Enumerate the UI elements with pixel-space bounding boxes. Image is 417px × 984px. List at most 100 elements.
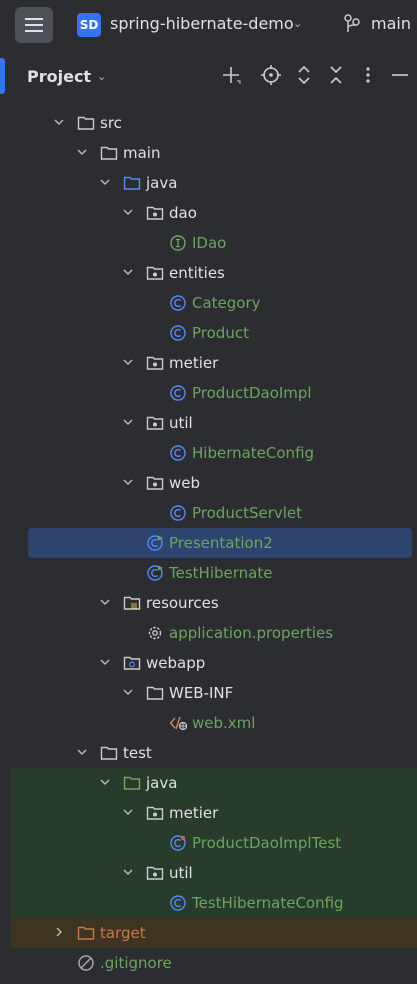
tree-item-label: ProductDaoImplTest <box>192 834 342 852</box>
package-icon <box>146 866 164 880</box>
tree-item-label: metier <box>169 354 219 372</box>
chevron-down-icon[interactable] <box>122 356 134 368</box>
tree-item-testhibernateconfig[interactable]: TestHibernateConfig <box>11 888 417 918</box>
tree-item-label: web.xml <box>192 714 256 732</box>
package-icon <box>146 476 164 490</box>
folder-icon <box>146 686 164 700</box>
project-tree: src main java dao IDao entities Category Produc… <box>11 104 417 984</box>
package-icon <box>146 266 164 280</box>
chevron-down-icon[interactable] <box>122 806 134 818</box>
tree-item-testhibernate[interactable]: TestHibernate <box>11 558 417 588</box>
tree-item-label: TestHibernate <box>169 564 273 582</box>
tree-item-gitignore[interactable]: .gitignore <box>11 948 417 978</box>
chevron-down-icon[interactable] <box>99 596 111 608</box>
class-icon <box>170 445 186 461</box>
panel-title[interactable]: Project <box>27 67 91 86</box>
tree-item-metier[interactable]: metier <box>11 798 417 828</box>
runnable-class-icon <box>147 565 163 581</box>
tree-item-test[interactable]: test <box>11 738 417 768</box>
chevron-down-icon[interactable] <box>122 686 134 698</box>
tree-item-productdaoimpltest[interactable]: ProductDaoImplTest <box>11 828 417 858</box>
git-branch-icon[interactable] <box>344 13 360 35</box>
tree-item-label: Presentation2 <box>169 534 273 552</box>
tree-item-label: application.properties <box>169 624 334 642</box>
hide-panel-icon[interactable] <box>389 64 411 86</box>
tree-item-java[interactable]: java <box>11 168 417 198</box>
tree-item-util[interactable]: util <box>11 408 417 438</box>
tree-item-label: resources <box>146 594 219 612</box>
tree-item-target[interactable]: target <box>11 918 417 948</box>
tree-item-dao[interactable]: dao <box>11 198 417 228</box>
tree-item-main[interactable]: main <box>11 138 417 168</box>
branch-selector[interactable]: main <box>371 14 411 33</box>
chevron-down-icon[interactable] <box>76 146 88 158</box>
tree-item-application-properties[interactable]: application.properties <box>11 618 417 648</box>
tree-item-presentation2[interactable]: Presentation2 <box>28 528 412 558</box>
tree-item-web-xml[interactable]: web.xml <box>11 708 417 738</box>
chevron-down-icon[interactable] <box>99 656 111 668</box>
chevron-down-icon[interactable] <box>122 476 134 488</box>
tree-item-src[interactable]: src <box>11 108 417 138</box>
active-tool-indicator[interactable] <box>0 58 5 94</box>
class-icon <box>170 325 186 341</box>
tree-item-web[interactable]: web <box>11 468 417 498</box>
tree-item-label: HibernateConfig <box>192 444 315 462</box>
view-chevron-down-icon[interactable]: ⌄ <box>97 70 106 83</box>
chevron-right-icon[interactable] <box>53 926 65 938</box>
tree-item-label: ProductServlet <box>192 504 303 522</box>
collapse-all-icon[interactable] <box>325 64 347 86</box>
add-icon[interactable] <box>220 64 242 86</box>
gear-icon <box>148 626 162 640</box>
project-badge[interactable]: SD <box>77 13 101 37</box>
folder-icon <box>100 746 118 760</box>
source-folder-icon <box>123 176 141 190</box>
folder-icon <box>100 146 118 160</box>
tree-item-category[interactable]: Category <box>11 288 417 318</box>
tree-item-java[interactable]: java <box>11 768 417 798</box>
web-folder-icon <box>123 656 141 670</box>
tree-item-entities[interactable]: entities <box>11 258 417 288</box>
tree-item-resources[interactable]: resources <box>11 588 417 618</box>
chevron-down-icon[interactable] <box>122 206 134 218</box>
tree-item-productservlet[interactable]: ProductServlet <box>11 498 417 528</box>
tree-item-label: Category <box>192 294 261 312</box>
folder-icon <box>77 116 95 130</box>
main-menu-button[interactable] <box>15 7 53 43</box>
chevron-down-icon[interactable] <box>76 746 88 758</box>
more-options-icon[interactable] <box>357 64 379 86</box>
tree-item-webapp[interactable]: webapp <box>11 648 417 678</box>
tree-item-util[interactable]: util <box>11 858 417 888</box>
locate-icon[interactable] <box>260 64 282 86</box>
tree-item-productdaoimpl[interactable]: ProductDaoImpl <box>11 378 417 408</box>
tree-item-label: web <box>169 474 201 492</box>
chevron-down-icon[interactable] <box>99 176 111 188</box>
class-icon <box>170 295 186 311</box>
tree-item-metier[interactable]: metier <box>11 348 417 378</box>
tree-item-idao[interactable]: IDao <box>11 228 417 258</box>
tree-item-product[interactable]: Product <box>11 318 417 348</box>
chevron-down-icon[interactable] <box>122 866 134 878</box>
ignored-file-icon <box>78 955 94 971</box>
test-class-icon <box>170 835 186 851</box>
tree-item-label: test <box>123 744 152 762</box>
tree-item-label: util <box>169 414 193 432</box>
chevron-down-icon[interactable] <box>122 416 134 428</box>
resources-folder-icon <box>123 596 141 610</box>
tree-item-label: src <box>100 114 122 132</box>
chevron-down-icon[interactable] <box>122 266 134 278</box>
tree-item-hibernateconfig[interactable]: HibernateConfig <box>11 438 417 468</box>
tree-item-label: entities <box>169 264 225 282</box>
chevron-down-icon[interactable]: ⌄ <box>293 17 302 30</box>
class-icon <box>170 385 186 401</box>
tree-item-label: .gitignore <box>100 954 172 972</box>
package-icon <box>146 356 164 370</box>
package-icon <box>146 206 164 220</box>
tree-item-label: Product <box>192 324 249 342</box>
tree-item-label: metier <box>169 804 219 822</box>
excluded-folder-icon <box>77 926 95 940</box>
expand-all-icon[interactable] <box>293 64 315 86</box>
chevron-down-icon[interactable] <box>53 116 65 128</box>
tree-item-web-inf[interactable]: WEB-INF <box>11 678 417 708</box>
chevron-down-icon[interactable] <box>99 776 111 788</box>
project-selector[interactable]: spring-hibernate-demo <box>110 14 294 33</box>
